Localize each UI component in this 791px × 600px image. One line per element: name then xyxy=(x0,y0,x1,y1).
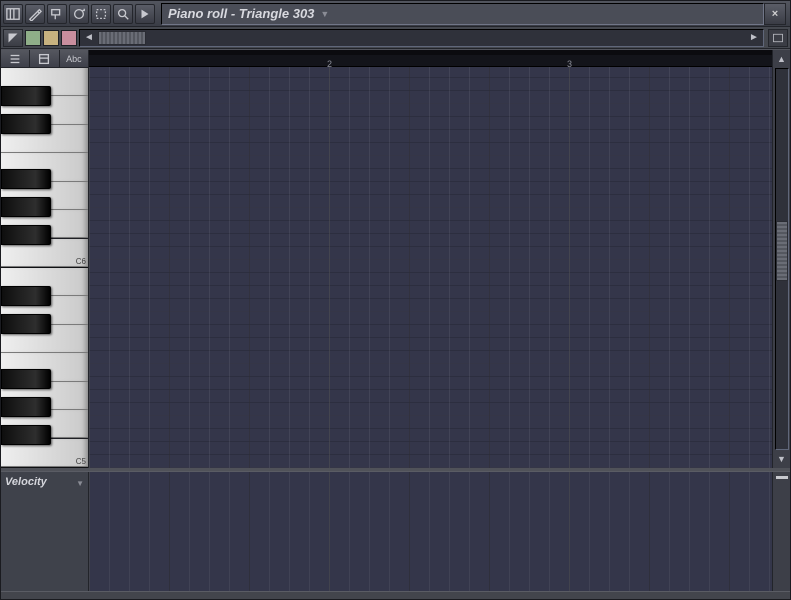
cycle-icon[interactable] xyxy=(69,4,89,24)
zoom-tool-icon[interactable] xyxy=(113,4,133,24)
v-scroll-track[interactable] xyxy=(775,68,789,450)
black-key[interactable] xyxy=(1,169,51,189)
note-color-3[interactable] xyxy=(61,30,77,46)
octave-label: C5 xyxy=(76,457,86,466)
velocity-label: Velocity xyxy=(5,476,47,488)
velocity-side xyxy=(772,472,790,591)
scroll-left-icon[interactable]: ◄ xyxy=(82,31,96,45)
octave-upper: C6 xyxy=(1,68,88,268)
black-key[interactable] xyxy=(1,286,51,306)
status-strip xyxy=(1,591,790,599)
piano-roll-window: Piano roll - Triangle 303 ▼ × ◄ ► xyxy=(0,0,791,600)
left-toolrow: Abc xyxy=(1,50,88,68)
velocity-label-area[interactable]: Velocity ▼ xyxy=(1,472,89,591)
scroll-right-icon[interactable]: ► xyxy=(747,31,761,45)
piano-roll-icon[interactable] xyxy=(3,4,23,24)
scroll-up-icon[interactable]: ▲ xyxy=(775,52,789,66)
velocity-grid[interactable] xyxy=(89,472,772,591)
black-key[interactable] xyxy=(1,197,51,217)
h-scroll-thumb[interactable] xyxy=(98,31,146,45)
black-key[interactable] xyxy=(1,397,51,417)
collapse-icon[interactable] xyxy=(776,476,788,479)
black-key[interactable] xyxy=(1,86,51,106)
velocity-panel: Velocity ▼ xyxy=(1,471,790,591)
octave-label: C6 xyxy=(76,257,86,266)
note-grid[interactable] xyxy=(89,67,772,468)
black-key[interactable] xyxy=(1,225,51,245)
draw-tool-icon[interactable] xyxy=(25,4,45,24)
note-names-label: Abc xyxy=(66,54,82,64)
note-color-1[interactable] xyxy=(25,30,41,46)
select-tool-icon[interactable] xyxy=(91,4,111,24)
note-area-wrap: Abc xyxy=(1,50,790,471)
close-icon: × xyxy=(772,8,778,20)
title-bar: Piano roll - Triangle 303 ▼ × xyxy=(1,1,790,27)
bar-number: 3 xyxy=(567,59,572,69)
close-button[interactable]: × xyxy=(764,3,786,25)
snap-menu-button[interactable] xyxy=(3,29,23,47)
playback-tool-icon[interactable] xyxy=(135,4,155,24)
black-key[interactable] xyxy=(1,314,51,334)
detail-view-button[interactable] xyxy=(30,50,59,67)
black-key[interactable] xyxy=(1,369,51,389)
note-names-button[interactable]: Abc xyxy=(60,50,88,67)
v-scroll-thumb[interactable] xyxy=(776,221,788,281)
velocity-dropdown-icon[interactable]: ▼ xyxy=(76,479,84,488)
black-key[interactable] xyxy=(1,425,51,445)
vertical-scrollbar[interactable]: ▲ ▼ xyxy=(772,50,790,468)
note-color-2[interactable] xyxy=(43,30,59,46)
bar-number: 2 xyxy=(327,59,332,69)
grid-area: 2 3 xyxy=(89,50,772,468)
window-title[interactable]: Piano roll - Triangle 303 ▼ xyxy=(161,3,764,25)
timeline-toolbar: ◄ ► xyxy=(1,27,790,49)
scroll-down-icon[interactable]: ▼ xyxy=(775,452,789,466)
title-dropdown-icon: ▼ xyxy=(320,9,329,19)
horizontal-scrollbar[interactable]: ◄ ► xyxy=(79,29,764,47)
paint-tool-icon[interactable] xyxy=(47,4,67,24)
black-key[interactable] xyxy=(1,114,51,134)
octave-lower: C5 xyxy=(1,268,88,468)
overview-button[interactable] xyxy=(768,29,788,47)
piano-keyboard[interactable]: C6 C5 xyxy=(1,68,88,468)
left-column: Abc xyxy=(1,50,89,468)
window-title-text: Piano roll - Triangle 303 xyxy=(168,6,314,21)
list-view-button[interactable] xyxy=(1,50,30,67)
time-ruler[interactable]: 2 3 xyxy=(89,50,772,67)
main-area: Abc xyxy=(1,49,790,599)
